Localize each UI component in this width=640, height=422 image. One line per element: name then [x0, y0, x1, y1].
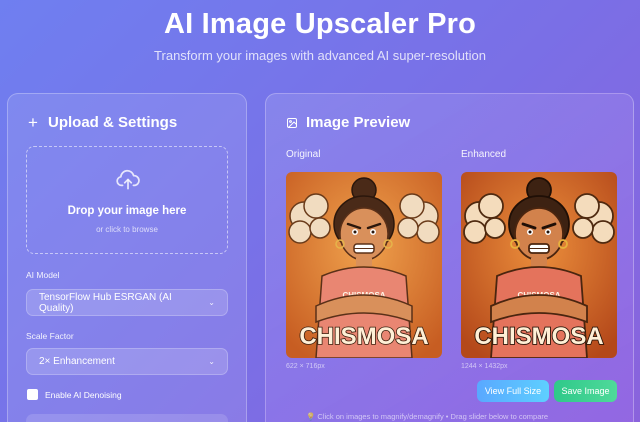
chevron-down-icon: ⌄: [208, 357, 215, 366]
caption-text: CHISMOSA: [474, 323, 603, 350]
enhanced-dimensions: 1244 × 1432px: [461, 363, 508, 370]
ai-model-select[interactable]: TensorFlow Hub ESRGAN (AI Quality) ⌄: [26, 289, 228, 316]
app-title: AI Image Upscaler Pro: [163, 8, 477, 40]
enhanced-label: Enhanced: [461, 149, 507, 160]
dropzone-subtitle: or click to browse: [96, 225, 158, 234]
enhanced-image[interactable]: CHISMOSA CHISMOSA: [461, 172, 617, 358]
denoise-label: Enable AI Denoising: [45, 390, 122, 400]
scale-factor-label: Scale Factor: [26, 331, 74, 341]
scale-factor-select[interactable]: 2× Enhancement ⌄: [26, 348, 228, 375]
image-preview-title: Image Preview: [306, 114, 411, 131]
upload-settings-title: Upload & Settings: [48, 114, 178, 131]
chevron-down-icon: ⌄: [208, 298, 215, 307]
image-icon: [287, 117, 297, 128]
denoise-checkbox[interactable]: [27, 389, 38, 400]
upscale-button[interactable]: [26, 414, 228, 422]
original-label: Original: [286, 149, 321, 160]
compare-hint: 💡 Click on images to magnify/demagnify •…: [306, 412, 549, 421]
dropzone-title: Drop your image here: [67, 205, 187, 217]
upload-settings-header: + Upload & Settings: [26, 114, 177, 131]
original-dimensions: 622 × 716px: [286, 363, 325, 370]
view-full-size-button[interactable]: View Full Size: [477, 380, 549, 402]
app-subtitle: Transform your images with advanced AI s…: [154, 48, 486, 63]
cloud-upload-icon: [116, 169, 140, 190]
ai-model-label: AI Model: [26, 270, 60, 280]
caption-text: CHISMOSA: [299, 323, 428, 350]
image-preview-panel: Image Preview Original Enhanced CHISMOSA…: [265, 93, 634, 422]
image-dropzone[interactable]: Drop your image here or click to browse: [26, 146, 228, 254]
image-preview-header: Image Preview: [286, 114, 410, 131]
ai-model-value: TensorFlow Hub ESRGAN (AI Quality): [39, 291, 172, 314]
original-image[interactable]: CHISMOSA CHISMOSA: [286, 172, 442, 358]
plus-icon: +: [28, 113, 38, 132]
scale-factor-value: 2× Enhancement: [39, 356, 115, 367]
save-image-button[interactable]: Save Image: [554, 380, 617, 402]
upload-settings-panel: + Upload & Settings Drop your image here…: [7, 93, 247, 422]
